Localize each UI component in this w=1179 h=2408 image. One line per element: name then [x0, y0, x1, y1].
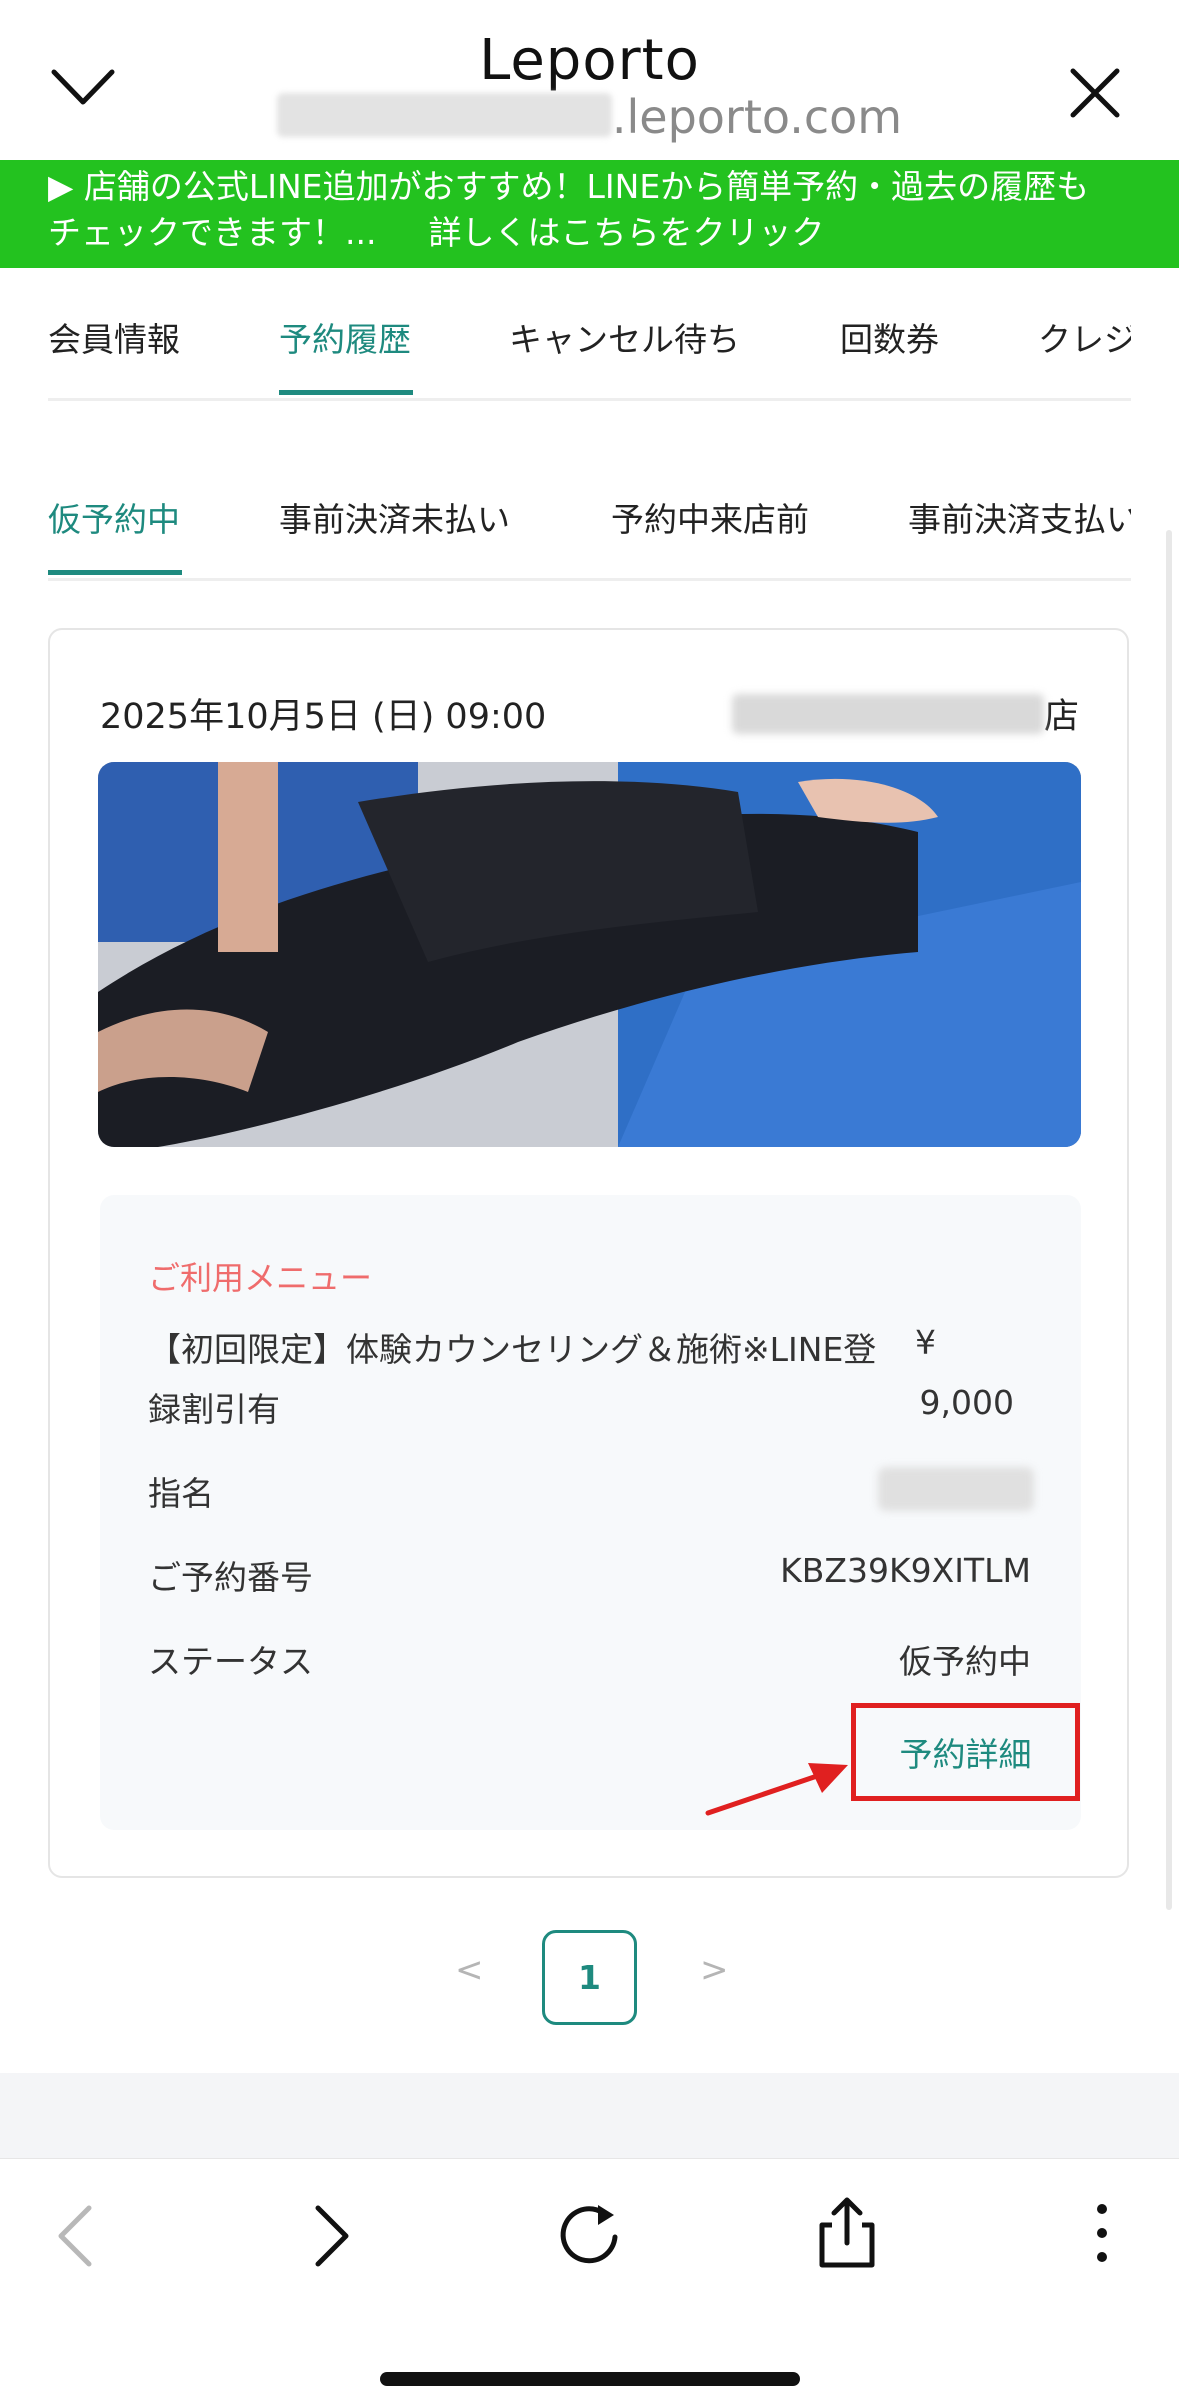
active-subtab-indicator [48, 570, 182, 575]
menu-name-line2: 録割引有 [148, 1390, 280, 1429]
reservation-number-label: ご予約番号 [148, 1558, 313, 1597]
status-value: 仮予約中 [899, 1642, 1031, 1681]
url-bar[interactable]: .leporto.com [0, 90, 1179, 144]
tab-cancel-waiting[interactable]: キャンセル待ち [509, 313, 740, 361]
reload-icon[interactable] [560, 2201, 622, 2267]
menu-label: ご利用メニュー [148, 1259, 373, 1297]
browser-toolbar [0, 2158, 1179, 2408]
reservation-number: KBZ39K9XITLM [780, 1551, 1031, 1590]
tab-coupon-tickets[interactable]: 回数券 [840, 313, 939, 361]
staff-label: 指名 [148, 1474, 214, 1513]
forward-arrow-icon[interactable] [312, 2204, 352, 2268]
app-title: Leporto [479, 28, 700, 93]
tab-prepay-paid[interactable]: 事前決済支払い [908, 493, 1131, 541]
annotation-arrow-icon [705, 1763, 848, 1816]
footer-band [0, 2073, 1179, 2158]
status-tabbar: 仮予約中 事前決済未払い 予約中来店前 事前決済支払い [48, 448, 1131, 581]
back-arrow-icon[interactable] [55, 2204, 95, 2268]
status-label: ステータス [148, 1642, 313, 1681]
price-currency: ¥ [915, 1323, 936, 1362]
reservation-detail-button[interactable]: 予約詳細 [851, 1703, 1080, 1801]
menu-name-line1: 【初回限定】体験カウンセリング＆施術※LINE登 [148, 1330, 877, 1369]
redacted-shop-name [731, 694, 1044, 734]
tab-prepay-unpaid[interactable]: 事前決済未払い [279, 493, 510, 541]
menu-photo [98, 762, 1081, 1147]
url-domain: .leporto.com [611, 90, 903, 144]
main-tabbar: 会員情報 予約履歴 キャンセル待ち 回数券 クレジ [48, 268, 1131, 401]
close-icon[interactable] [1068, 66, 1122, 120]
pagination-next[interactable]: > [700, 1950, 729, 1990]
banner-line2-text: チェックできます！... [48, 213, 377, 252]
more-vertical-icon[interactable] [1090, 2201, 1114, 2265]
active-tab-indicator [279, 390, 413, 395]
tab-reserved-before-visit[interactable]: 予約中来店前 [611, 493, 809, 541]
redacted-staff-name [878, 1467, 1034, 1511]
banner-link[interactable]: 詳しくはこちらをクリック [428, 213, 824, 252]
redacted-subdomain [276, 93, 612, 137]
scrollbar[interactable] [1166, 530, 1172, 1910]
line-promo-banner[interactable]: ▶ 店舗の公式LINE追加がおすすめ！LINEから簡単予約・過去の履歴も チェッ… [0, 160, 1179, 268]
tab-reservation-history[interactable]: 予約履歴 [279, 313, 411, 361]
tab-member-info[interactable]: 会員情報 [48, 313, 180, 361]
tab-provisional[interactable]: 仮予約中 [48, 493, 180, 541]
home-indicator[interactable] [380, 2372, 800, 2386]
pagination-prev[interactable]: < [455, 1950, 484, 1990]
tab-credit[interactable]: クレジ [1038, 313, 1131, 361]
reservation-datetime: 2025年10月5日 (日) 09:00 [100, 697, 547, 737]
pagination-current-page[interactable]: 1 [542, 1930, 637, 2025]
shop-suffix: 店 [1043, 697, 1079, 737]
share-icon[interactable] [818, 2195, 876, 2269]
banner-line1: ▶ 店舗の公式LINE追加がおすすめ！LINEから簡単予約・過去の履歴も [48, 167, 1090, 206]
price-value: 9,000 [919, 1383, 1014, 1422]
shop-name: 店 [731, 688, 1079, 739]
